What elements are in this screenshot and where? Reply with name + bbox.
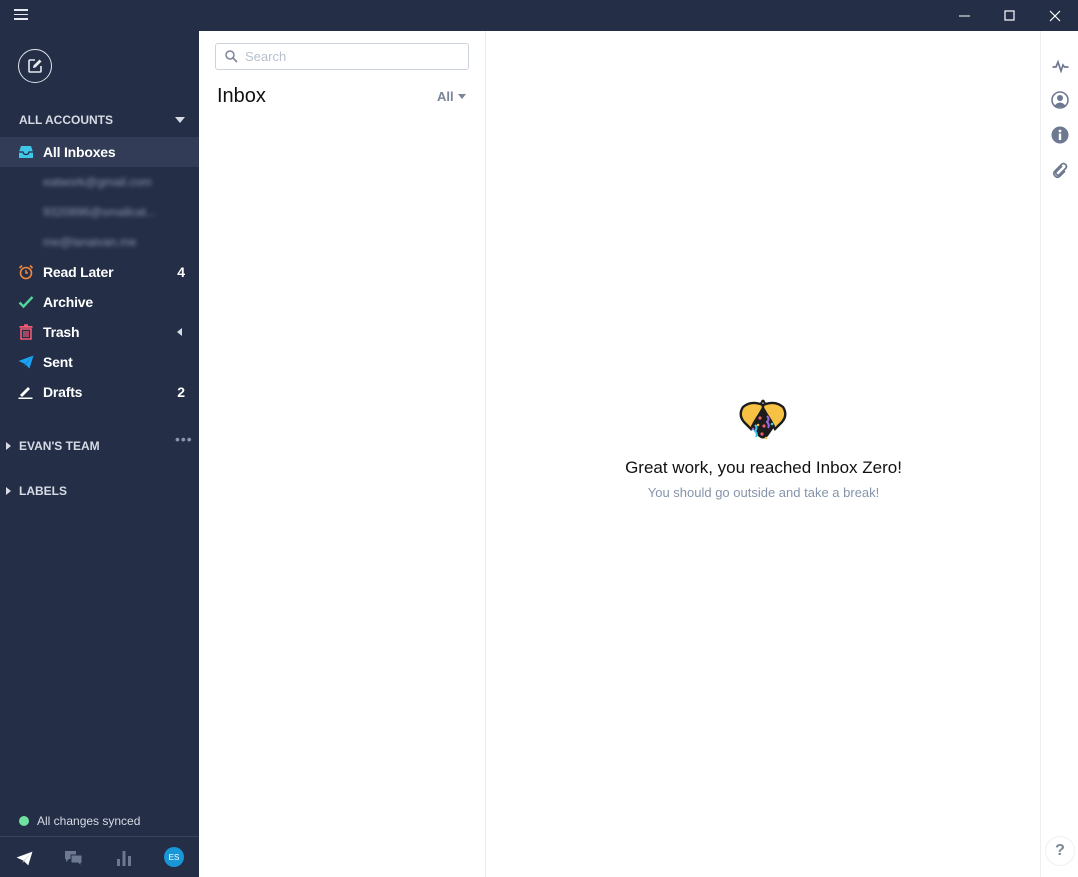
hamburger-menu-icon[interactable] — [14, 9, 28, 23]
reading-pane: Great work, you reached Inbox Zero! You … — [487, 31, 1040, 877]
sidebar-item-archive[interactable]: Archive — [0, 287, 199, 317]
sync-status-dot — [19, 816, 29, 826]
maximize-button[interactable] — [987, 0, 1033, 31]
sidebar-item-label: Drafts — [43, 384, 83, 400]
sync-status-label: All changes synced — [37, 814, 141, 828]
sidebar-item-label: Archive — [43, 294, 93, 310]
chat-nav-button[interactable] — [63, 849, 83, 867]
trash-icon — [18, 324, 34, 340]
search-box[interactable] — [215, 43, 469, 70]
alarm-clock-icon — [18, 264, 34, 280]
sidebar-item-label: Sent — [43, 354, 73, 370]
expand-arrow-icon — [6, 442, 11, 450]
analytics-nav-button[interactable] — [114, 849, 134, 867]
account-item[interactable]: eatwork@gmail.com — [43, 175, 188, 189]
chevron-down-icon — [457, 94, 466, 99]
account-item[interactable]: 9320896@smallcat... — [43, 205, 188, 219]
pencil-icon — [18, 384, 34, 400]
sync-status: All changes synced — [19, 814, 140, 828]
empty-state-subtitle: You should go outside and take a break! — [647, 485, 880, 500]
empty-state-title: Great work, you reached Inbox Zero! — [625, 458, 902, 477]
party-popper-illustration — [738, 396, 788, 449]
close-button[interactable] — [1032, 0, 1078, 31]
minimize-icon — [959, 15, 970, 16]
compose-icon — [28, 59, 42, 73]
sidebar-item-label: Read Later — [43, 264, 114, 280]
search-input[interactable] — [245, 49, 455, 64]
checkmark-icon — [18, 294, 34, 310]
account-item[interactable]: me@lanaivan.me — [43, 235, 188, 249]
info-icon[interactable] — [1051, 126, 1069, 144]
sidebar-item-label: All Inboxes — [43, 144, 116, 160]
send-nav-button[interactable] — [14, 849, 34, 867]
filter-dropdown[interactable]: All — [437, 89, 466, 104]
close-icon — [1049, 10, 1061, 21]
paper-plane-icon — [18, 354, 34, 370]
right-rail: ? — [1040, 31, 1078, 877]
help-button[interactable]: ? — [1045, 836, 1075, 866]
team-section-header[interactable]: EVAN'S TEAM — [6, 439, 100, 453]
labels-label: LABELS — [19, 484, 67, 498]
page-title: Inbox — [217, 85, 266, 107]
minimize-button[interactable] — [942, 0, 988, 31]
draft-count-badge: 2 — [177, 384, 185, 400]
chevron-down-icon[interactable] — [175, 117, 185, 123]
unread-count-badge: 4 — [177, 264, 185, 280]
contact-icon[interactable] — [1051, 91, 1069, 109]
title-bar — [0, 0, 1078, 31]
sidebar-item-label: Trash — [43, 324, 80, 340]
expand-arrow-icon — [6, 487, 11, 495]
compose-button[interactable] — [18, 49, 52, 83]
sidebar-item-all-inboxes[interactable]: All Inboxes — [0, 137, 199, 167]
divider — [0, 836, 199, 837]
paper-plane-icon — [16, 851, 32, 865]
sidebar-item-sent[interactable]: Sent — [0, 347, 199, 377]
bar-chart-icon — [117, 851, 131, 866]
maximize-icon — [1004, 9, 1015, 21]
search-icon — [225, 50, 238, 63]
labels-section-header[interactable]: LABELS — [6, 484, 67, 498]
chat-bubbles-icon — [64, 851, 82, 866]
more-options-icon[interactable]: ••• — [175, 432, 193, 446]
sidebar-item-drafts[interactable]: Drafts 2 — [0, 377, 199, 407]
collapse-arrow-icon[interactable] — [177, 328, 182, 336]
attachment-icon[interactable] — [1051, 161, 1069, 179]
all-accounts-header[interactable]: ALL ACCOUNTS — [19, 113, 113, 127]
activity-icon[interactable] — [1051, 57, 1069, 75]
sidebar: ALL ACCOUNTS All Inboxes eatwork@gmail.c… — [0, 31, 199, 877]
message-list-pane: Inbox All — [199, 31, 486, 877]
team-label: EVAN'S TEAM — [19, 439, 100, 453]
sidebar-item-read-later[interactable]: Read Later 4 — [0, 257, 199, 287]
avatar[interactable]: ES — [164, 847, 184, 867]
sidebar-item-trash[interactable]: Trash — [0, 317, 199, 347]
filter-label: All — [437, 89, 454, 104]
inbox-icon — [18, 144, 34, 160]
